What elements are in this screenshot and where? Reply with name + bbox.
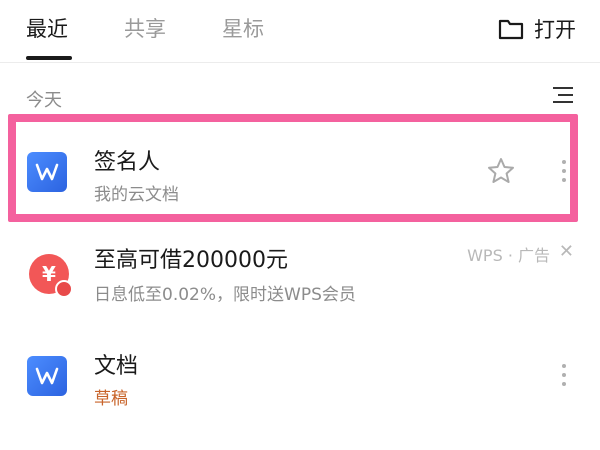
folder-icon	[498, 19, 524, 40]
file-title: 文档	[94, 354, 139, 379]
open-button[interactable]: 打开	[498, 14, 576, 44]
file-row-document[interactable]: 文档 草稿	[0, 330, 600, 420]
loan-yuan-icon: ¥	[29, 254, 73, 298]
wps-writer-icon	[27, 356, 67, 396]
highlight-box	[8, 114, 578, 222]
file-status-draft: 草稿	[94, 389, 128, 409]
ad-subtitle: 日息低至0.02%，限时送WPS会员	[94, 285, 356, 305]
divider	[0, 62, 600, 63]
active-tab-indicator	[26, 56, 72, 60]
ad-row[interactable]: ¥ 至高可借200000元 日息低至0.02%，限时送WPS会员 WPS · 广…	[0, 232, 600, 312]
close-icon[interactable]: ✕	[559, 241, 574, 262]
sort-icon[interactable]	[552, 86, 574, 104]
ad-tag: WPS · 广告	[467, 246, 550, 265]
tab-shared[interactable]: 共享	[124, 16, 166, 42]
more-options-icon[interactable]	[556, 362, 572, 388]
open-button-label: 打开	[534, 18, 576, 42]
section-label-today: 今天	[26, 90, 62, 111]
tab-recent[interactable]: 最近	[26, 16, 68, 42]
ad-title: 至高可借200000元	[94, 248, 288, 273]
coin-icon	[55, 280, 73, 298]
top-tab-bar: 最近 共享 星标 打开	[0, 0, 600, 62]
tab-starred[interactable]: 星标	[222, 16, 264, 42]
